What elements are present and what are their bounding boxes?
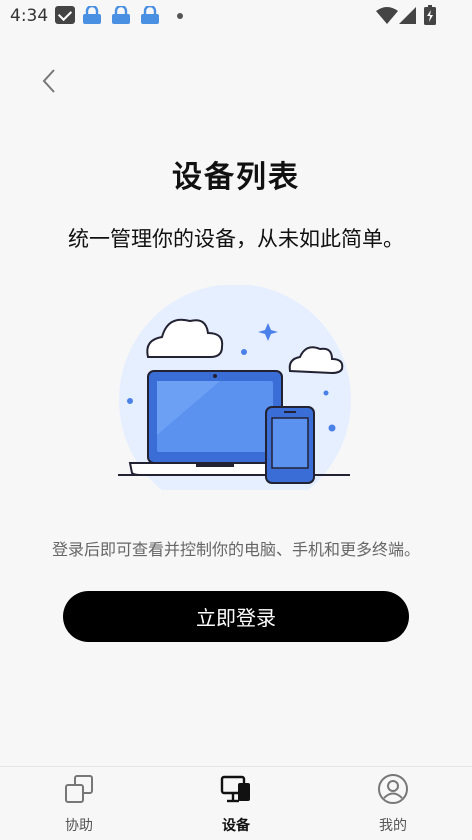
battery-icon (424, 5, 436, 25)
login-button[interactable]: 立即登录 (63, 591, 409, 642)
page-subtitle: 统一管理你的设备，从未如此简单。 (68, 227, 404, 251)
devices-icon (220, 775, 250, 803)
assist-icon (65, 775, 93, 803)
dot-icon (177, 13, 183, 19)
status-bar: 4:34 (0, 0, 472, 32)
tab-label: 我的 (379, 818, 407, 834)
page-title: 设备列表 (172, 160, 300, 195)
lock-icon (83, 6, 101, 24)
lock-icon (112, 6, 130, 24)
tab-label: 设备 (222, 818, 250, 834)
profile-icon (378, 774, 408, 804)
tab-assist[interactable]: 协助 (29, 767, 129, 840)
wifi-icon (376, 7, 398, 24)
status-time: 4:34 (10, 6, 49, 26)
chevron-left-icon[interactable] (36, 66, 64, 96)
tab-profile[interactable]: 我的 (343, 767, 443, 840)
bottom-tab-bar: 协助 设备 我的 (0, 766, 472, 840)
lock-icon (141, 6, 159, 24)
signal-icon (399, 7, 416, 24)
tab-devices[interactable]: 设备 (186, 767, 286, 840)
tab-label: 协助 (65, 818, 93, 834)
laptop-phone-cloud-illustration (118, 285, 351, 490)
mail-icon (55, 6, 75, 24)
login-description: 登录后即可查看并控制你的电脑、手机和更多终端。 (51, 540, 420, 559)
